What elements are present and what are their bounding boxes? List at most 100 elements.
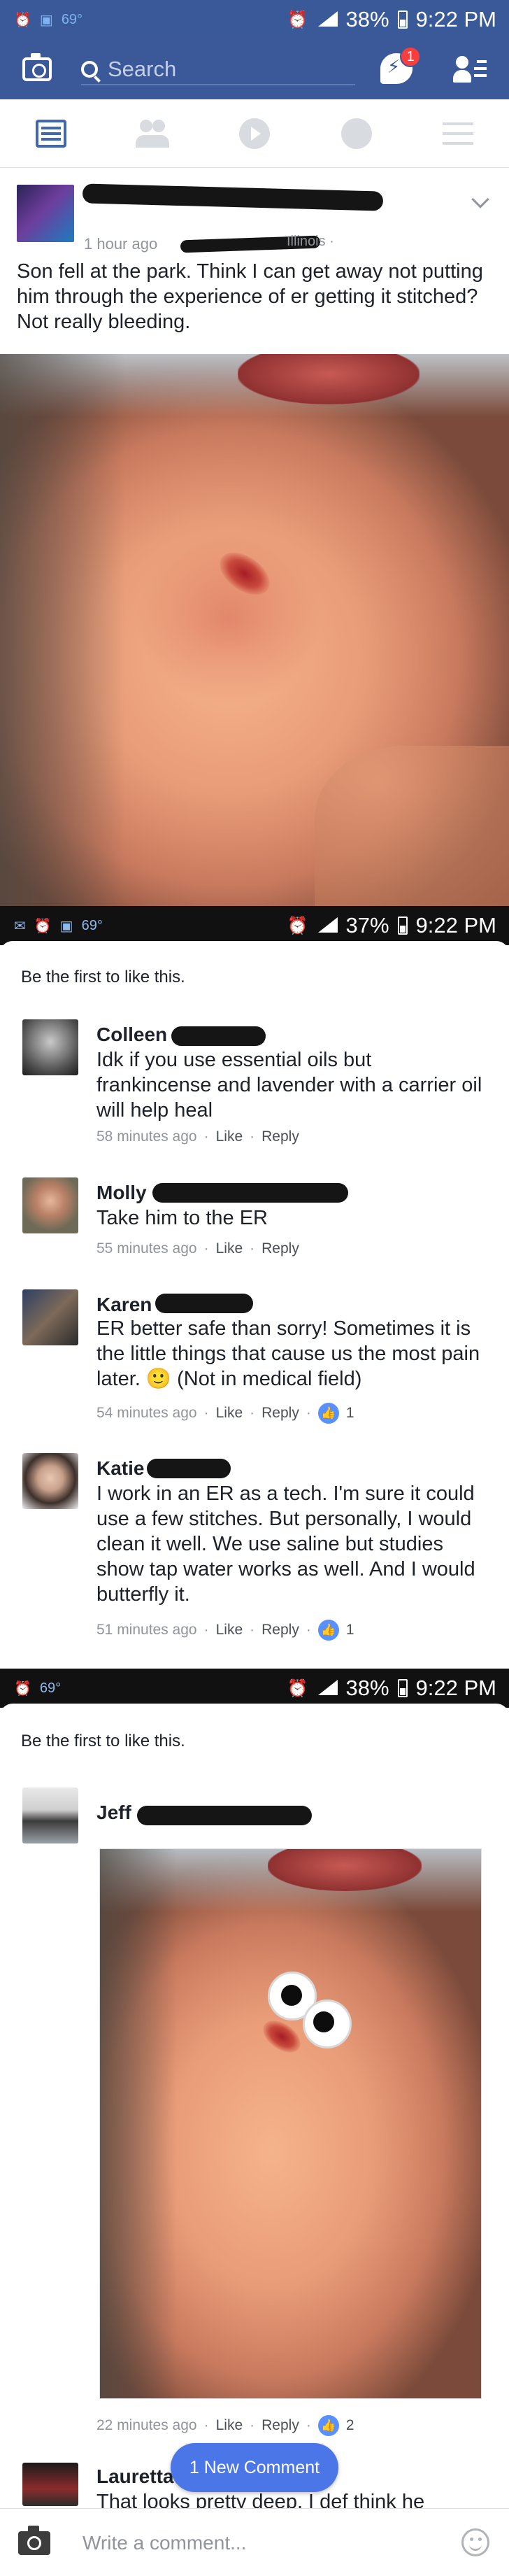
search-placeholder: Search bbox=[108, 57, 177, 81]
commenter-name[interactable]: Molly bbox=[96, 1182, 147, 1204]
news-feed-icon bbox=[35, 119, 66, 148]
comment-text: ER better safe than sorry! Sometimes it … bbox=[96, 1317, 480, 1390]
tab-video[interactable] bbox=[203, 99, 306, 167]
comment-text: That looks pretty deep. I def think he bbox=[96, 2491, 425, 2508]
globe-icon bbox=[340, 118, 372, 149]
like-count[interactable]: 2 bbox=[346, 2417, 354, 2434]
commenter-avatar[interactable] bbox=[22, 1177, 78, 1233]
battery-icon bbox=[397, 917, 408, 935]
redacted-author-name bbox=[82, 183, 384, 211]
tab-friends[interactable] bbox=[102, 99, 204, 167]
friends-icon bbox=[134, 119, 171, 148]
reply-button[interactable]: Reply bbox=[261, 1240, 299, 1257]
like-count[interactable]: 1 bbox=[346, 1622, 354, 1639]
googly-eye bbox=[303, 2000, 352, 2048]
image-notification-icon: ▣ bbox=[39, 12, 53, 28]
comment-meta: 55 minutes ago · Like · Reply bbox=[96, 1240, 299, 1257]
reply-button[interactable]: Reply bbox=[261, 1622, 299, 1639]
battery-percent: 38% bbox=[345, 1676, 389, 1700]
tab-news-feed[interactable] bbox=[0, 99, 102, 167]
chevron-down-icon[interactable] bbox=[471, 190, 489, 208]
post-text: Son fell at the park. Think I can get aw… bbox=[17, 260, 483, 333]
post-timestamp[interactable]: 1 hour ago bbox=[84, 235, 157, 253]
battery-icon bbox=[397, 1679, 408, 1697]
status-bar: ⏰ ▣ 69° ⏰ 38% 9:22 PM bbox=[0, 0, 509, 39]
comment-photo[interactable] bbox=[99, 1848, 482, 2399]
like-button[interactable]: Like bbox=[216, 1240, 243, 1257]
commenter-avatar[interactable] bbox=[22, 1289, 78, 1345]
thumbs-up-icon: 👍 bbox=[317, 1403, 339, 1424]
redacted-name bbox=[171, 1026, 266, 1046]
clock: 9:22 PM bbox=[415, 7, 496, 31]
comment-time[interactable]: 58 minutes ago bbox=[96, 1128, 197, 1145]
commenter-name[interactable]: Jeff bbox=[96, 1802, 131, 1824]
status-bar: ✉ ⏰ ▣ 69° ⏰ 37% 9:22 PM bbox=[0, 906, 509, 945]
redacted-name bbox=[147, 1459, 231, 1478]
friend-requests-icon[interactable] bbox=[453, 56, 487, 84]
commenter-avatar[interactable] bbox=[22, 2463, 78, 2506]
like-prompt: Be the first to like this. bbox=[21, 968, 185, 986]
redacted-name bbox=[152, 1183, 348, 1203]
alarm-clock-icon: ⏰ bbox=[287, 10, 308, 29]
commenter-name[interactable]: Colleen bbox=[96, 1024, 167, 1046]
commenter-name[interactable]: Karen bbox=[96, 1294, 152, 1316]
comment-time[interactable]: 22 minutes ago bbox=[96, 2417, 197, 2434]
author-avatar[interactable] bbox=[17, 185, 74, 242]
commenter-avatar[interactable] bbox=[22, 1788, 78, 1843]
comment-meta: 22 minutes ago · Like · Reply · 👍 2 bbox=[96, 2415, 354, 2436]
comment-meta: 58 minutes ago · Like · Reply bbox=[96, 1128, 299, 1145]
search-bar[interactable]: Search bbox=[81, 55, 355, 85]
tab-menu[interactable] bbox=[407, 99, 509, 167]
reply-button[interactable]: Reply bbox=[261, 1405, 299, 1422]
comment-time[interactable]: 55 minutes ago bbox=[96, 1240, 197, 1257]
tab-bar bbox=[0, 99, 509, 168]
tab-notifications[interactable] bbox=[306, 99, 408, 167]
like-button[interactable]: Like bbox=[216, 1128, 243, 1145]
camera-icon[interactable] bbox=[22, 53, 52, 81]
comment-time[interactable]: 54 minutes ago bbox=[96, 1405, 197, 1422]
commenter-name[interactable]: Katie bbox=[96, 1457, 144, 1480]
comments-panel: Be the first to like this. Colleen Idk i… bbox=[0, 941, 509, 1669]
new-comment-button[interactable]: 1 New Comment bbox=[171, 2443, 338, 2492]
signal-icon bbox=[317, 11, 338, 28]
comment-input[interactable] bbox=[83, 2527, 432, 2559]
weather-temp: 69° bbox=[81, 917, 103, 933]
app-header: Search 1 bbox=[0, 39, 509, 99]
post-header: 1 hour ago Illinois · bbox=[0, 168, 509, 259]
alarm-clock-icon: ⏰ bbox=[287, 916, 308, 935]
alarm-clock-icon: ⏰ bbox=[287, 1678, 308, 1698]
post-location: Illinois · bbox=[287, 234, 334, 249]
clock: 9:22 PM bbox=[415, 1676, 496, 1700]
signal-icon bbox=[317, 1680, 338, 1697]
post-photo[interactable] bbox=[0, 354, 509, 906]
signal-icon bbox=[317, 917, 338, 934]
weather-temp: 69° bbox=[61, 11, 83, 27]
comment-text: Idk if you use essential oils but franki… bbox=[96, 1049, 482, 1121]
alarm-icon: ⏰ bbox=[14, 1680, 31, 1697]
like-button[interactable]: Like bbox=[216, 1405, 243, 1422]
menu-icon bbox=[443, 122, 474, 145]
messenger-badge: 1 bbox=[400, 46, 421, 67]
comment-meta: 51 minutes ago · Like · Reply · 👍 1 bbox=[96, 1620, 354, 1641]
comment-text: I work in an ER as a tech. I'm sure it c… bbox=[96, 1482, 475, 1606]
search-icon bbox=[81, 61, 98, 78]
thumbs-up-icon: 👍 bbox=[317, 2415, 339, 2436]
status-bar: ⏰ 69° ⏰ 38% 9:22 PM bbox=[0, 1669, 509, 1708]
commenter-avatar[interactable] bbox=[22, 1453, 78, 1509]
sticker-icon[interactable] bbox=[461, 2528, 489, 2556]
like-button[interactable]: Like bbox=[216, 1622, 243, 1639]
thumbs-up-icon: 👍 bbox=[317, 1620, 339, 1641]
like-count[interactable]: 1 bbox=[346, 1405, 354, 1422]
image-notification-icon: ▣ bbox=[59, 918, 73, 934]
commenter-name[interactable]: Lauretta bbox=[96, 2465, 173, 2488]
mail-icon: ✉ bbox=[14, 918, 26, 934]
commenter-avatar[interactable] bbox=[22, 1019, 78, 1075]
camera-icon[interactable] bbox=[18, 2526, 50, 2555]
like-prompt: Be the first to like this. bbox=[21, 1732, 185, 1750]
like-button[interactable]: Like bbox=[216, 2417, 243, 2434]
reply-button[interactable]: Reply bbox=[261, 1128, 299, 1145]
battery-percent: 38% bbox=[345, 7, 389, 31]
redacted-name bbox=[137, 1806, 312, 1825]
reply-button[interactable]: Reply bbox=[261, 2417, 299, 2434]
comment-time[interactable]: 51 minutes ago bbox=[96, 1622, 197, 1639]
